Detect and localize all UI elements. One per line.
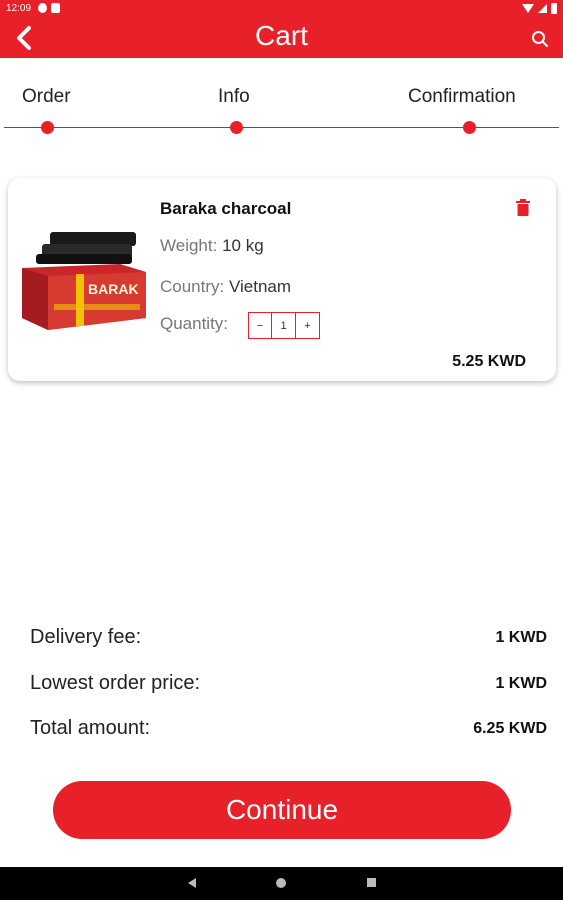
lowest-order-price-value: 1 KWD [495, 675, 547, 692]
product-name: Baraka charcoal [160, 199, 292, 218]
nav-recents-icon[interactable] [367, 878, 376, 887]
delivery-fee-label: Delivery fee: [30, 626, 142, 648]
total-amount-value: 6.25 KWD [473, 720, 547, 737]
quantity-value: 1 [272, 312, 296, 339]
quantity-increase-button[interactable]: + [296, 312, 320, 339]
notification-icons [38, 3, 60, 13]
step-confirmation-label: Confirmation [408, 86, 516, 107]
search-button[interactable] [531, 30, 549, 48]
step-order-label: Order [22, 86, 71, 107]
country-label: Country: [160, 277, 225, 296]
lowest-order-price-label: Lowest order price: [30, 672, 201, 694]
status-time: 12:09 [6, 3, 32, 14]
app-bar: Cart [0, 18, 563, 58]
battery-icon [551, 3, 557, 14]
trash-icon [516, 199, 530, 216]
delivery-fee-value: 1 KWD [495, 629, 547, 646]
nav-home-icon[interactable] [276, 878, 286, 888]
quantity-row: Quantity: [160, 314, 228, 334]
notification-icon [38, 3, 47, 13]
sd-card-icon [51, 3, 60, 13]
weight-row: Weight: 10 kg [160, 236, 264, 256]
step-info-label: Info [218, 86, 250, 107]
weight-label: Weight: [160, 236, 218, 255]
status-bar: 12:09 [0, 0, 563, 18]
delete-item-button[interactable] [516, 199, 530, 216]
cart-item-card: BARAK Baraka charcoal Weight: 10 kg Coun… [8, 178, 556, 381]
product-image: BARAK [22, 232, 146, 330]
wifi-icon [522, 4, 534, 13]
quantity-label: Quantity: [160, 314, 229, 333]
step-info-dot [230, 121, 243, 134]
step-confirmation-dot [463, 121, 476, 134]
weight-value: 10 kg [222, 236, 264, 255]
search-icon [532, 31, 548, 47]
delivery-fee-row: Delivery fee: 1 KWD [30, 626, 547, 649]
total-amount-row: Total amount: 6.25 KWD [30, 717, 547, 740]
system-icons [522, 3, 557, 14]
signal-icon [538, 4, 547, 13]
quantity-stepper: − 1 + [248, 312, 320, 339]
continue-button[interactable]: Continue [53, 781, 511, 839]
svg-text:BARAK: BARAK [88, 281, 139, 297]
item-price: 5.25 KWD [452, 353, 526, 370]
country-row: Country: Vietnam [160, 277, 291, 297]
quantity-decrease-button[interactable]: − [248, 312, 272, 339]
total-amount-label: Total amount: [30, 717, 151, 739]
country-value: Vietnam [228, 277, 292, 296]
lowest-order-price-row: Lowest order price: 1 KWD [30, 672, 547, 695]
step-order-dot [41, 121, 54, 134]
page-title: Cart [255, 20, 308, 51]
system-nav-bar [0, 867, 563, 900]
nav-back-icon[interactable] [188, 878, 196, 888]
